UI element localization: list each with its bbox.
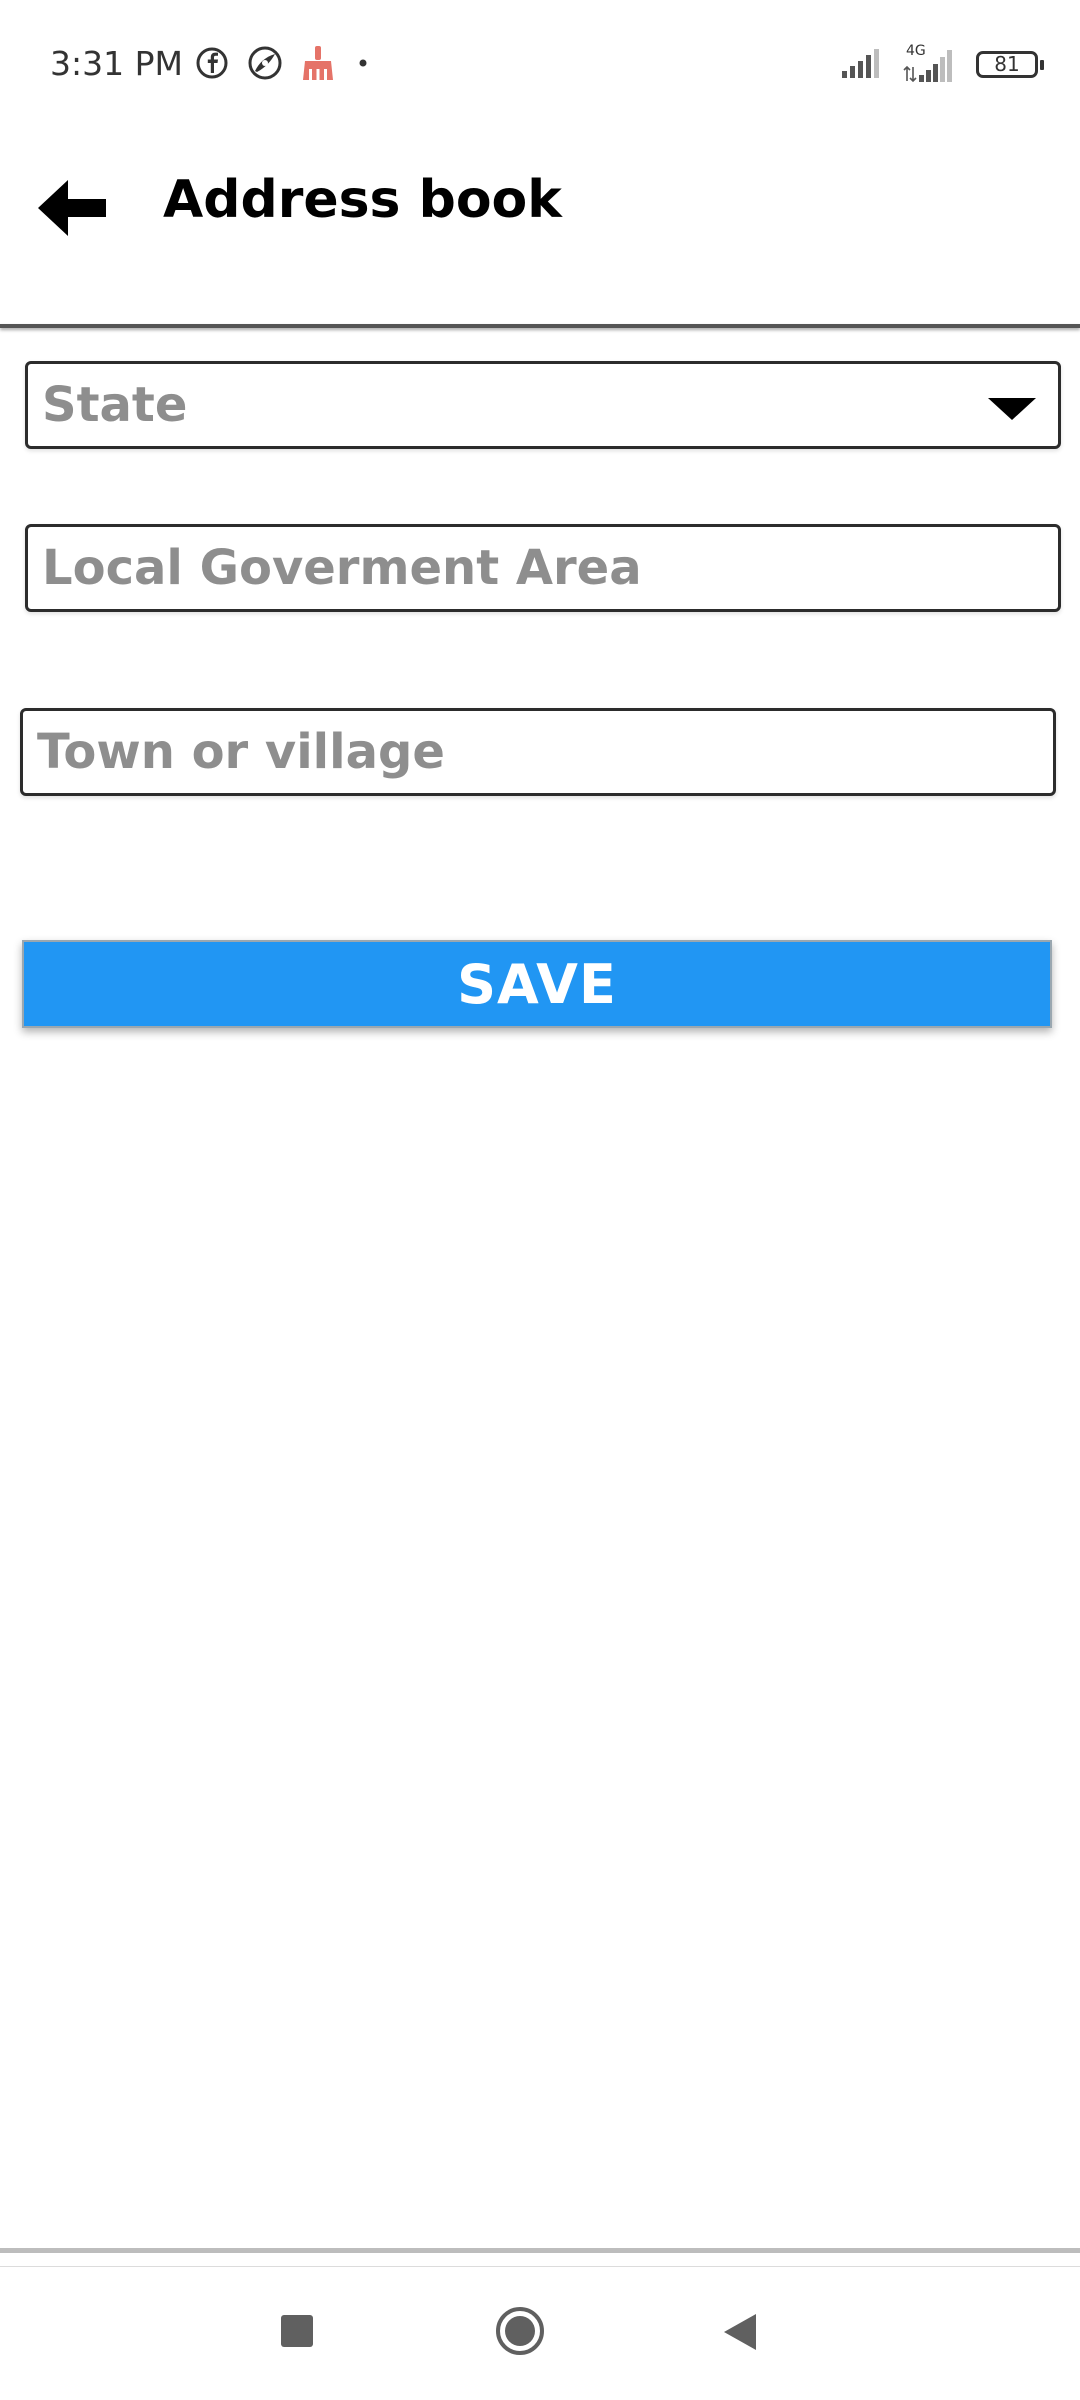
back-triangle-icon[interactable] xyxy=(720,2311,760,2353)
local-government-area-input[interactable]: Local Goverment Area xyxy=(25,524,1061,612)
4g-signal-icon: 4G xyxy=(902,43,958,83)
save-button[interactable]: SAVE xyxy=(22,940,1052,1028)
recents-square-icon[interactable] xyxy=(281,2315,313,2347)
status-system-icons: 4G 81 xyxy=(840,43,1044,84)
bottom-divider xyxy=(0,2248,1080,2253)
dropdown-arrow-icon xyxy=(988,398,1036,420)
arrow-left-icon xyxy=(38,180,106,236)
notification-dot-icon xyxy=(353,53,373,78)
state-dropdown[interactable]: State xyxy=(25,361,1061,449)
cleaner-icon xyxy=(301,44,335,87)
signal-icon xyxy=(840,45,884,84)
system-nav-bar xyxy=(0,2268,1080,2400)
battery-icon: 81 xyxy=(976,50,1044,78)
app-bar-divider xyxy=(0,324,1080,328)
app-bar: Address book xyxy=(0,130,1080,326)
battery-level: 81 xyxy=(994,52,1020,76)
status-bar: 3:31 PM 4G 81 xyxy=(0,0,1080,130)
nav-divider xyxy=(0,2266,1080,2267)
save-button-label: SAVE xyxy=(457,952,617,1016)
status-time: 3:31 PM xyxy=(50,44,183,83)
address-book-screen: 3:31 PM 4G 81 Address book State Local G… xyxy=(0,0,1080,2400)
state-placeholder: State xyxy=(42,377,188,433)
facebook-icon xyxy=(195,46,229,85)
lga-placeholder: Local Goverment Area xyxy=(42,540,642,596)
status-notification-icons xyxy=(195,44,373,87)
home-circle-icon[interactable] xyxy=(494,2305,546,2357)
town-or-village-input[interactable]: Town or village xyxy=(20,708,1056,796)
back-button[interactable] xyxy=(30,168,120,248)
page-title: Address book xyxy=(163,170,562,230)
town-placeholder: Town or village xyxy=(37,724,445,780)
browser-icon xyxy=(247,45,283,86)
